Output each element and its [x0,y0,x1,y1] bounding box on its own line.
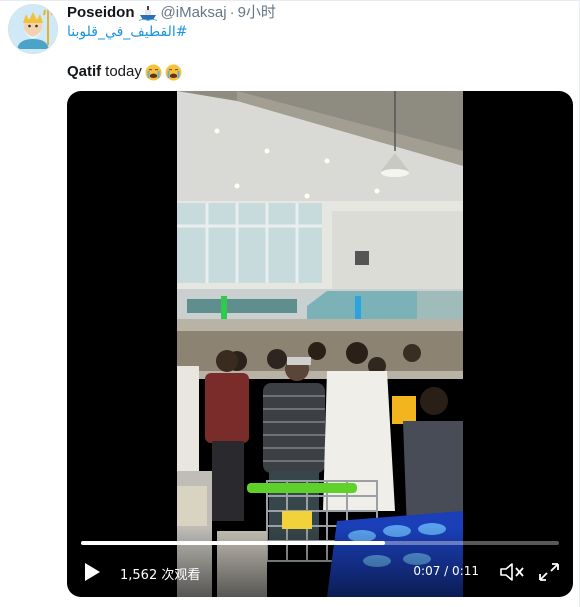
top-divider [0,0,580,1]
ship-emoji-icon [138,5,157,22]
separator-dot: · [229,4,235,21]
crying-face-icon [165,64,182,81]
crying-face-icon [145,64,162,81]
video-frame [177,91,463,597]
tweet-header: Poseidon @iMaksaj · 9小时 [67,4,570,22]
progress-fill [81,541,385,545]
mute-icon [500,563,524,581]
handle[interactable]: @iMaksaj [161,4,227,22]
display-name[interactable]: Poseidon [67,4,135,22]
mute-button[interactable] [499,561,525,583]
fullscreen-button[interactable] [537,561,561,583]
tweet-text-normal: today [105,63,142,80]
video-controls [67,527,573,597]
avatar[interactable] [8,4,58,54]
view-count: 1,562 次观看 [120,568,201,583]
progress-bar[interactable] [81,541,559,545]
poseidon-avatar-icon [9,5,57,53]
play-icon [85,563,100,581]
play-button[interactable] [81,561,103,583]
supermarket-scene-image [177,91,463,597]
video-player[interactable]: 1,562 次观看 0:07 / 0:11 [67,91,573,597]
fullscreen-icon [539,563,559,581]
tweet-text-bold: Qatif [67,63,102,80]
time-readout: 0:07 / 0:11 [413,564,479,578]
hashtag-link[interactable]: #القطيف_في_قلوبنا [67,24,187,40]
tweet-text: Qatif today [67,62,182,82]
timestamp[interactable]: 9小时 [238,4,276,22]
